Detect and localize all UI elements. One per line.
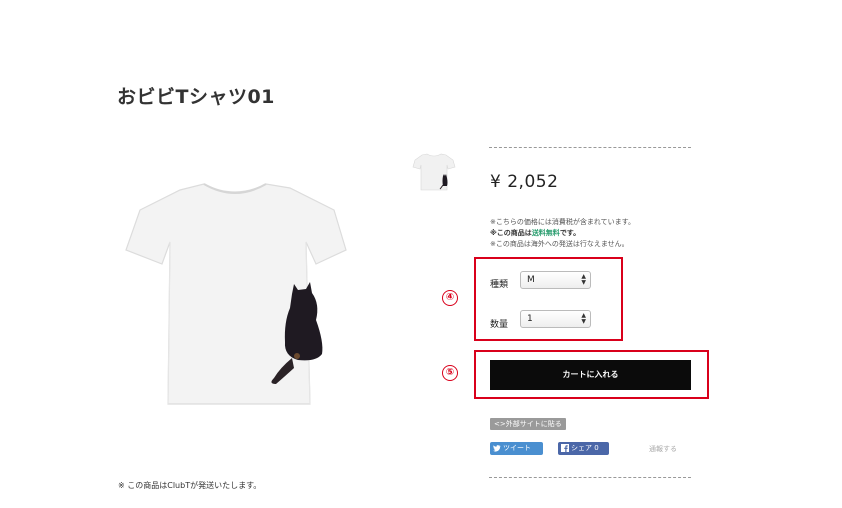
product-thumbnail[interactable] [412, 150, 456, 192]
updown-arrows-icon: ▲ ▼ [581, 273, 586, 286]
add-to-cart-button[interactable]: カートに入れる [490, 360, 691, 390]
twitter-bird-icon [493, 444, 501, 452]
shipping-suffix: です。 [559, 229, 581, 237]
divider-top [489, 147, 691, 148]
type-select[interactable]: M ▲ ▼ [520, 271, 591, 289]
shipping-note: ※ この商品はClubTが発送いたします。 [118, 481, 262, 490]
facebook-share-button[interactable]: シェア 0 [558, 442, 609, 455]
divider-bottom [489, 477, 691, 478]
report-link[interactable]: 通報する [649, 444, 677, 454]
annotation-badge-5: ⑤ [442, 365, 458, 381]
annotation-badge-4: ④ [442, 290, 458, 306]
tweet-label: ツイート [503, 444, 531, 452]
shipping-prefix: ※この商品は [490, 229, 532, 237]
code-icon: <> [494, 420, 506, 428]
share-label: シェア 0 [571, 444, 599, 452]
tweet-button[interactable]: ツイート [490, 442, 543, 455]
updown-arrows-icon: ▲ ▼ [581, 312, 586, 325]
quantity-select-value: 1 [527, 314, 533, 324]
product-image [125, 183, 347, 405]
embed-label: 外部サイトに貼る [505, 420, 562, 428]
tax-note: ※こちらの価格には消費税が含まれています。 [490, 218, 635, 226]
page-title: おビビTシャツ01 [117, 86, 275, 108]
type-select-value: M [527, 275, 535, 285]
embed-external-button[interactable]: <>外部サイトに貼る [490, 418, 566, 430]
free-shipping-note: ※この商品は送料無料です。 [490, 228, 635, 239]
price-notes: ※こちらの価格には消費税が含まれています。 ※この商品は送料無料です。 ※この商… [490, 217, 635, 250]
free-shipping-link[interactable]: 送料無料 [532, 229, 560, 237]
quantity-select[interactable]: 1 ▲ ▼ [520, 310, 591, 328]
overseas-note: ※この商品は海外への発送は行なえません。 [490, 240, 629, 248]
facebook-icon [561, 444, 569, 452]
quantity-label: 数量 [490, 320, 509, 330]
type-label: 種類 [490, 280, 509, 290]
product-price: ¥ 2,052 [490, 172, 559, 192]
